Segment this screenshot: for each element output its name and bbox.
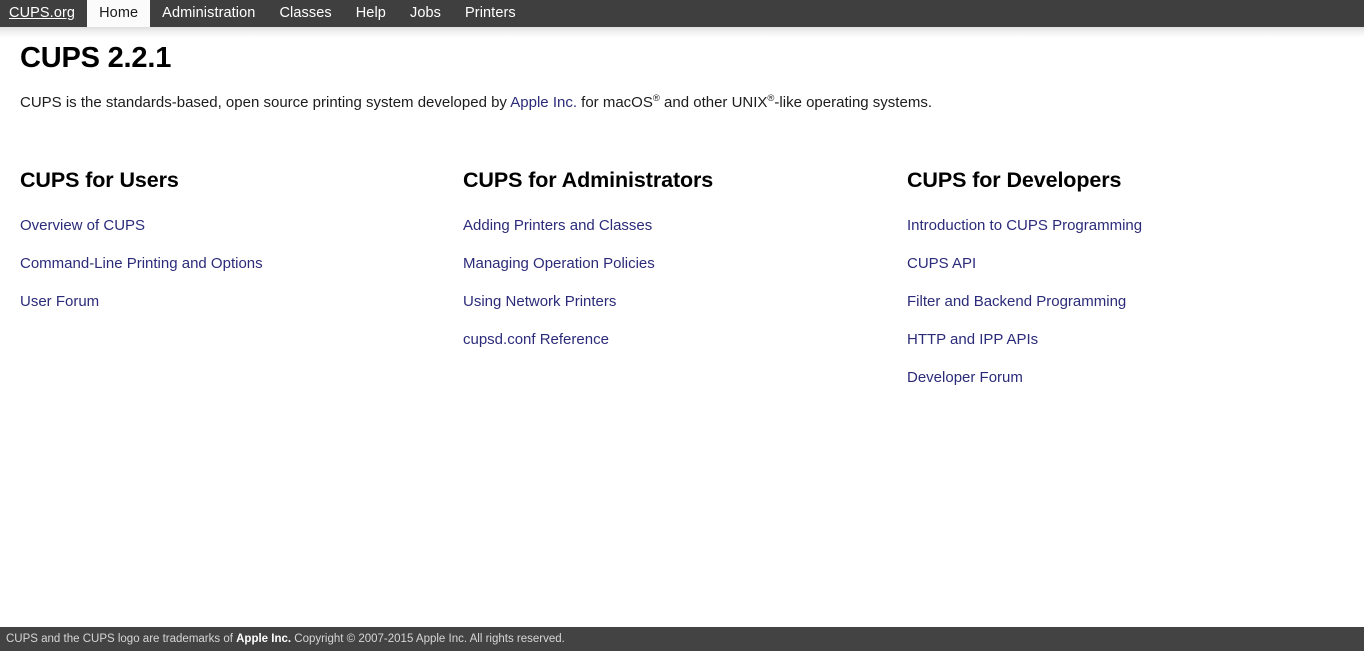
footer-text-after-bold: Copyright © 2007-2015 Apple Inc. All rig…	[291, 633, 565, 645]
nav-item-classes[interactable]: Classes	[267, 0, 343, 27]
link-introduction-to-cups-programming[interactable]: Introduction to CUPS Programming	[907, 217, 1142, 234]
registered-trademark-icon-macos: ®	[652, 93, 660, 104]
footer-text-before-bold: CUPS and the CUPS logo are trademarks of	[6, 633, 237, 645]
link-cups-api[interactable]: CUPS API	[907, 255, 976, 272]
column-cups-for-developers: CUPS for Developers Introduction to CUPS…	[907, 167, 1347, 387]
list-item: Adding Printers and Classes	[463, 193, 893, 235]
list-item: Filter and Backend Programming	[907, 273, 1347, 311]
link-using-network-printers[interactable]: Using Network Printers	[463, 293, 616, 310]
list-item: CUPS API	[907, 235, 1347, 273]
link-managing-operation-policies[interactable]: Managing Operation Policies	[463, 255, 655, 272]
column-heading-developers: CUPS for Developers	[907, 168, 1122, 192]
intro-text-macos: for macOS	[577, 94, 653, 111]
intro-paragraph: CUPS is the standards-based, open source…	[20, 94, 932, 111]
list-item: HTTP and IPP APIs	[907, 311, 1347, 349]
nav-brand-label: CUPS.org	[9, 5, 76, 21]
link-filter-and-backend-programming[interactable]: Filter and Backend Programming	[907, 293, 1126, 310]
link-user-forum[interactable]: User Forum	[20, 293, 99, 310]
nav-item-help-label: Help	[355, 5, 386, 21]
list-item: Introduction to CUPS Programming	[907, 193, 1347, 235]
column-cups-for-administrators: CUPS for Administrators Adding Printers …	[463, 167, 893, 349]
nav-item-printers-label: Printers	[465, 5, 516, 21]
link-developer-forum[interactable]: Developer Forum	[907, 369, 1023, 386]
link-cupsd-conf-reference[interactable]: cupsd.conf Reference	[463, 331, 609, 348]
nav-brand-cups-org[interactable]: CUPS.org	[0, 0, 87, 27]
nav-item-help[interactable]: Help	[344, 0, 398, 27]
column-cups-for-users: CUPS for Users Overview of CUPS Command-…	[20, 167, 450, 311]
list-item: cupsd.conf Reference	[463, 311, 893, 349]
nav-item-jobs[interactable]: Jobs	[398, 0, 453, 27]
link-adding-printers-and-classes[interactable]: Adding Printers and Classes	[463, 217, 652, 234]
intro-text-tail: -like operating systems.	[774, 94, 932, 111]
link-http-and-ipp-apis[interactable]: HTTP and IPP APIs	[907, 331, 1038, 348]
list-item: Managing Operation Policies	[463, 235, 893, 273]
list-item: Developer Forum	[907, 349, 1347, 387]
list-item: Using Network Printers	[463, 273, 893, 311]
page-title: CUPS 2.2.1	[20, 42, 172, 74]
column-heading-users: CUPS for Users	[20, 168, 179, 192]
nav-item-administration-label: Administration	[162, 5, 256, 21]
list-item: Overview of CUPS	[20, 193, 450, 235]
nav-item-home[interactable]: Home	[87, 0, 151, 27]
top-navigation-bar: CUPS.org Home Administration Classes Hel…	[0, 0, 1364, 27]
footer-apple-inc: Apple Inc.	[236, 633, 292, 645]
list-item: Command-Line Printing and Options	[20, 235, 450, 273]
footer-copyright-text: CUPS and the CUPS logo are trademarks of…	[6, 627, 565, 651]
nav-item-printers[interactable]: Printers	[453, 0, 528, 27]
list-item: User Forum	[20, 273, 450, 311]
navbar-drop-shadow	[0, 27, 1364, 38]
nav-item-administration[interactable]: Administration	[150, 0, 267, 27]
link-overview-of-cups[interactable]: Overview of CUPS	[20, 217, 145, 234]
nav-item-jobs-label: Jobs	[409, 5, 441, 21]
link-list-users: Overview of CUPS Command-Line Printing a…	[20, 193, 450, 311]
nav-item-home-label: Home	[99, 5, 139, 21]
link-command-line-printing-and-options[interactable]: Command-Line Printing and Options	[20, 255, 263, 272]
column-heading-administrators: CUPS for Administrators	[463, 168, 714, 192]
apple-inc-link[interactable]: Apple Inc.	[510, 94, 577, 111]
page-footer: CUPS and the CUPS logo are trademarks of…	[0, 627, 1364, 651]
link-list-developers: Introduction to CUPS Programming CUPS AP…	[907, 193, 1347, 387]
nav-item-classes-label: Classes	[279, 5, 332, 21]
main-content: CUPS 2.2.1 CUPS is the standards-based, …	[0, 27, 1364, 627]
intro-text-unix: and other UNIX	[659, 94, 768, 111]
intro-text-before-link: CUPS is the standards-based, open source…	[20, 94, 511, 111]
link-list-administrators: Adding Printers and Classes Managing Ope…	[463, 193, 893, 349]
